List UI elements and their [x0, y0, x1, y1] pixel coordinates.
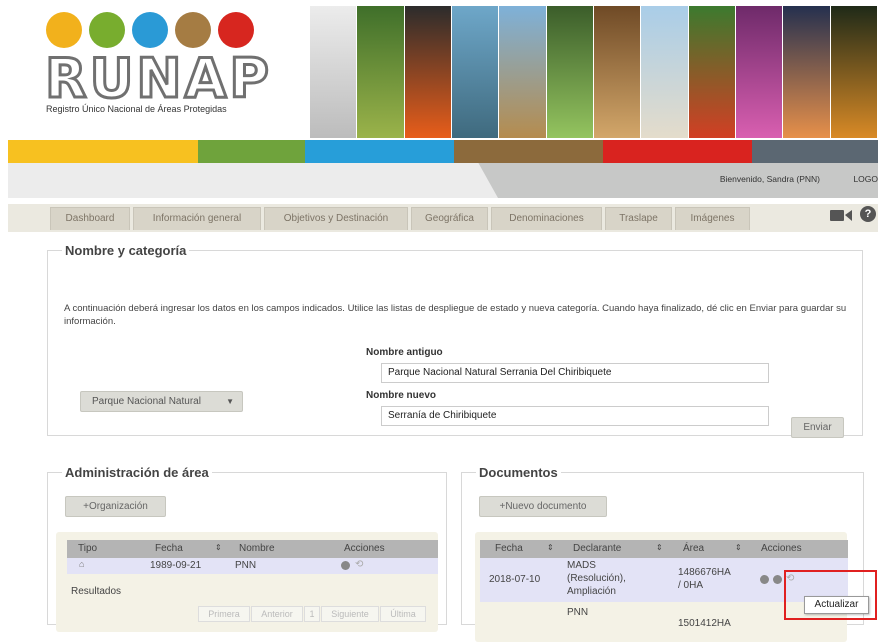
add-organization-button[interactable]: +Organización: [65, 496, 166, 517]
col-nombre[interactable]: Nombre: [239, 543, 275, 554]
col-fecha[interactable]: Fecha: [155, 543, 183, 554]
col-acciones: Acciones: [761, 543, 802, 554]
logo: RUNAP Registro Único Nacional de Áreas P…: [0, 0, 310, 140]
banner-photos: [310, 6, 878, 138]
logo-tagline: Registro Único Nacional de Áreas Protegi…: [46, 104, 227, 114]
tab-bar: Dashboard Información general Objetivos …: [8, 198, 878, 232]
tooltip: Actualizar: [804, 596, 869, 614]
section-title: Documentos: [479, 465, 558, 480]
home-icon: ⌂: [79, 559, 85, 569]
section-title: Nombre y categoría: [65, 243, 187, 258]
row2-declarante: PNN: [567, 607, 589, 618]
col-acciones: Acciones: [344, 543, 385, 554]
admin-table: Tipo Fecha ⇕ Nombre Acciones ⌂ 1989-09-2…: [56, 532, 438, 632]
category-value: Parque Nacional Natural: [92, 396, 201, 407]
submit-button[interactable]: Enviar: [791, 417, 844, 438]
tab-traslape[interactable]: Traslape: [605, 207, 672, 230]
category-select[interactable]: Parque Nacional Natural ▼: [80, 391, 243, 412]
row-nombre: PNN: [235, 560, 257, 571]
table-header: Tipo Fecha ⇕ Nombre Acciones: [67, 540, 438, 558]
welcome-text: Bienvenido, Sandra (PNN): [719, 174, 820, 184]
new-name-field[interactable]: Serranía de Chiribiquete: [381, 406, 769, 426]
tab-objetivos[interactable]: Objetivos y Destinación: [264, 207, 408, 230]
tab-geografica[interactable]: Geográfica: [411, 207, 488, 230]
row-declarante-line3: Ampliación: [567, 586, 616, 597]
row-declarante-line1: MADS: [567, 560, 596, 571]
old-name-label: Nombre antiguo: [366, 347, 443, 358]
row-declarante-line2: (Resolución),: [567, 573, 626, 584]
sort-icon[interactable]: ⇕: [215, 543, 222, 552]
results-text: Resultados: [71, 586, 122, 597]
old-name-field[interactable]: Parque Nacional Natural Serrania Del Chi…: [381, 363, 769, 383]
leaf-logo-circle: [89, 12, 125, 48]
new-document-button[interactable]: +Nuevo documento: [479, 496, 607, 517]
sort-icon[interactable]: ⇕: [656, 543, 663, 552]
table-row[interactable]: ⌂ 1989-09-21 PNN ⟲: [67, 558, 438, 574]
sort-icon[interactable]: ⇕: [735, 543, 742, 552]
admin-area-section: Administración de área +Organización Tip…: [47, 465, 447, 632]
col-fecha[interactable]: Fecha: [495, 543, 523, 554]
col-tipo[interactable]: Tipo: [78, 543, 97, 554]
tab-denominaciones[interactable]: Denominaciones: [491, 207, 602, 230]
plant-logo-circle: [175, 12, 211, 48]
mountain-logo-circle: [132, 12, 168, 48]
color-stripe: [8, 140, 878, 163]
bear-logo-circle: [218, 12, 254, 48]
table-header: Fecha ⇕ Declarante ⇕ Área ⇕ Acciones: [480, 540, 848, 558]
nombre-categoria-section: Nombre y categoría A continuación deberá…: [47, 243, 863, 438]
chevron-down-icon: ▼: [226, 397, 234, 406]
help-icon[interactable]: ?: [860, 206, 876, 222]
logout-link[interactable]: LOGO: [853, 174, 878, 184]
tab-imagenes[interactable]: Imágenes: [675, 207, 750, 230]
user-bar: Bienvenido, Sandra (PNN) LOGO: [8, 163, 878, 198]
video-camera-icon[interactable]: [830, 208, 852, 222]
row-fecha: 1989-09-21: [150, 560, 202, 571]
delete-icon[interactable]: [341, 561, 350, 570]
tab-informacion-general[interactable]: Información general: [133, 207, 261, 230]
row-area-line1: 1486676HA: [678, 567, 731, 578]
new-name-label: Nombre nuevo: [366, 390, 437, 401]
sort-icon[interactable]: ⇕: [547, 543, 554, 552]
add-icon[interactable]: [760, 575, 769, 584]
row-area-line2: / 0HA: [678, 580, 704, 591]
update-icon[interactable]: ⟲: [355, 559, 363, 570]
delete-icon[interactable]: [773, 575, 782, 584]
sun-logo-circle: [46, 12, 82, 48]
instructions-text: A continuación deberá ingresar los datos…: [64, 303, 847, 327]
row-fecha: 2018-07-10: [489, 574, 541, 585]
col-declarante[interactable]: Declarante: [573, 543, 621, 554]
col-area[interactable]: Área: [683, 543, 704, 554]
section-title: Administración de área: [65, 465, 209, 480]
tab-dashboard[interactable]: Dashboard: [50, 207, 130, 230]
logo-wordmark: RUNAP: [44, 47, 272, 110]
